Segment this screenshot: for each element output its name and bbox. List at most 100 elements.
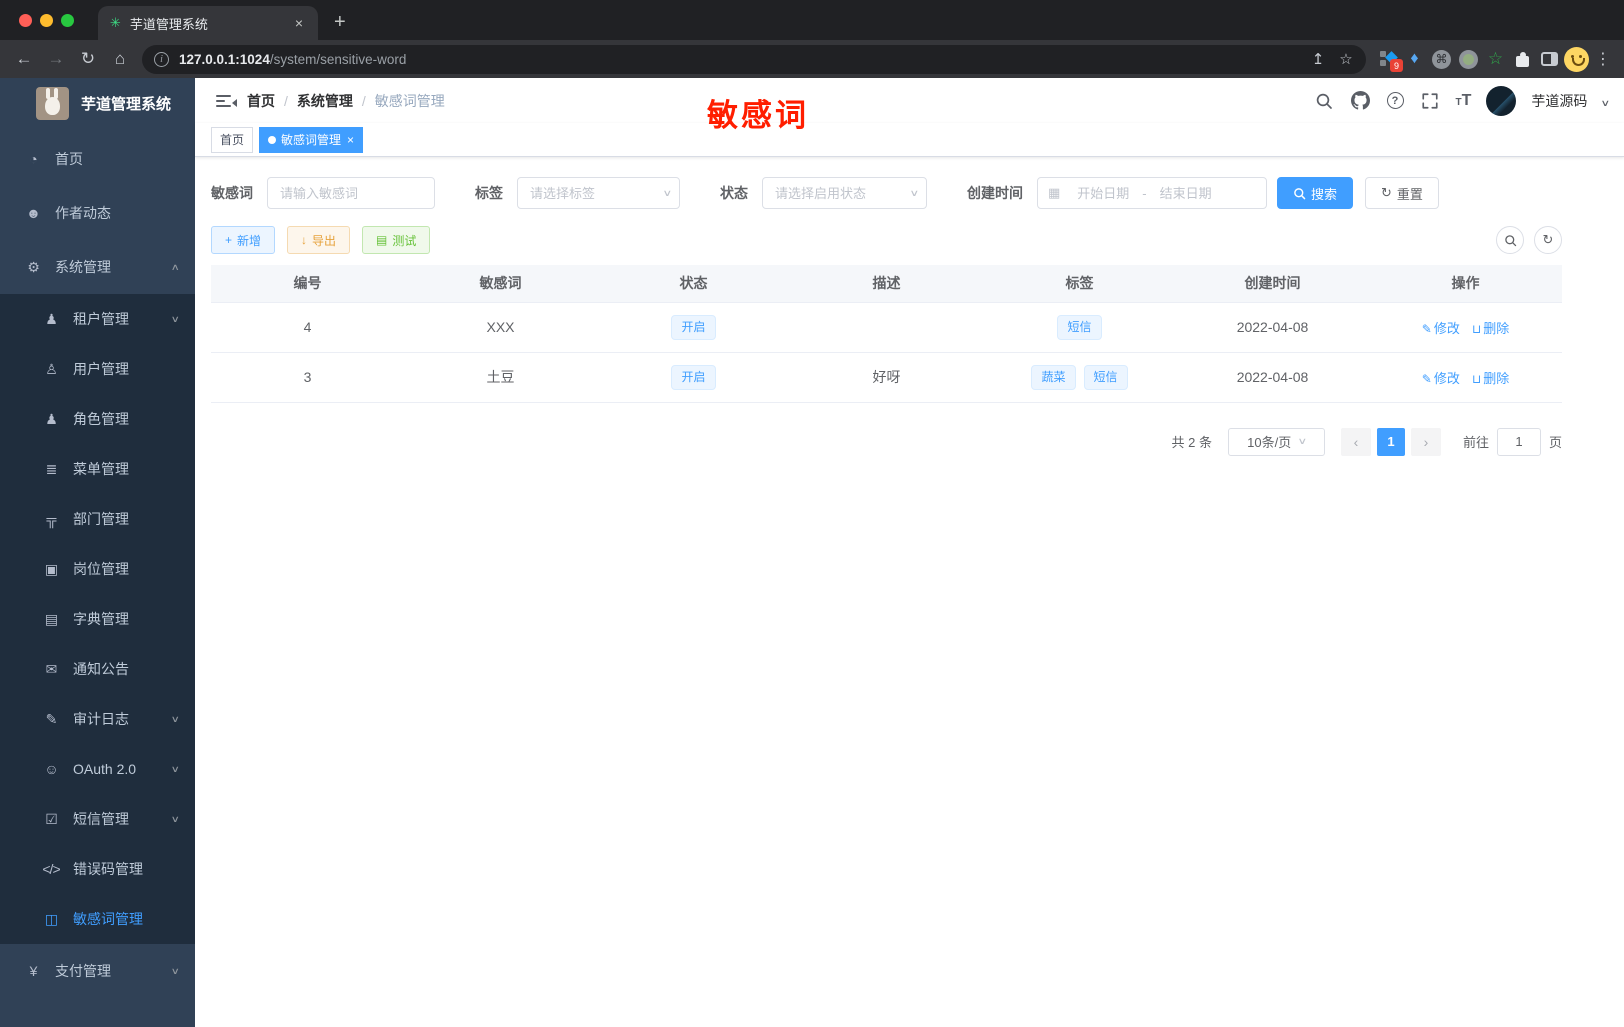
window-close-button[interactable] (19, 13, 32, 27)
cell-status: 开启 (597, 352, 790, 403)
user-avatar[interactable] (1486, 85, 1517, 116)
sidebar-item-label: 错误码管理 (73, 861, 143, 877)
table-row: 4 XXX 开启 短信 2022-04-08 ✎ 修改 ⊔ 删除 (211, 302, 1562, 353)
extensions-puzzle-icon[interactable] (1509, 45, 1536, 73)
sidebar-item[interactable]: ◫ 敏感词管理 (0, 894, 195, 944)
page-size-select[interactable]: 10条/页 ∨ (1227, 427, 1325, 456)
search-button-label: 搜索 (1311, 186, 1338, 202)
chevron-up-icon: ∧ (171, 261, 181, 272)
start-date-input[interactable] (1066, 185, 1141, 201)
sidebar-item[interactable]: ✉ 通知公告 (0, 644, 195, 694)
sidebar-item-label: 审计日志 (73, 711, 129, 727)
current-page-button[interactable]: 1 (1376, 427, 1405, 456)
table-body: 4 XXX 开启 短信 2022-04-08 ✎ 修改 ⊔ 删除 3 土豆 开启 好呀 蔬菜 短信 2022-… (211, 302, 1562, 403)
sidebar-item[interactable]: ≣ 菜单管理 (0, 444, 195, 494)
sidebar-item[interactable]: ╦ 部门管理 (0, 494, 195, 544)
delete-link[interactable]: ⊔ 删除 (1472, 321, 1509, 336)
fullscreen-icon[interactable] (1419, 90, 1441, 112)
gem-extension-icon[interactable]: ♦ (1401, 45, 1428, 73)
sensitive-word-icon: ◫ (44, 910, 58, 927)
cell-tags: 蔬菜 短信 (983, 352, 1176, 403)
breadcrumb-item: 敏感词管理 (374, 92, 445, 109)
new-tab-button[interactable]: + (334, 11, 346, 34)
sidebar-item-label: 首页 (55, 151, 83, 167)
sidebar-item[interactable]: ♙ 用户管理 (0, 344, 195, 394)
pagination: 共 2 条 10条/页 ∨ ‹ 1 › 前往 页 (211, 427, 1562, 456)
breadcrumb-item[interactable]: 首页 (247, 91, 275, 111)
sidebar-item-label: 作者动态 (55, 205, 111, 221)
sidebar-item[interactable]: ¥ 支付管理 ∨ (0, 944, 195, 998)
address-bar[interactable]: i 127.0.0.1:1024 /system/sensitive-word … (142, 44, 1366, 74)
search-button[interactable]: 搜索 (1277, 177, 1354, 209)
star-extension-icon[interactable]: ☆ (1482, 45, 1509, 73)
back-icon[interactable]: ← (8, 44, 40, 74)
extension-grid-icon[interactable]: 9 (1374, 45, 1403, 73)
profile-avatar[interactable] (1563, 45, 1590, 73)
add-button[interactable]: + 新增 (211, 226, 276, 254)
tag-select[interactable] (517, 177, 680, 209)
github-icon[interactable] (1350, 90, 1372, 112)
status-select[interactable] (762, 177, 927, 209)
help-icon[interactable]: ? (1386, 92, 1404, 109)
calendar-icon: ▦ (1048, 185, 1061, 200)
browser-menu-icon[interactable]: ⋮ (1590, 49, 1616, 69)
app-title: 芋道管理系统 (81, 95, 172, 113)
breadcrumb: 首页 / 系统管理 / 敏感词管理 (247, 91, 445, 111)
table-column-header: 标签 (983, 265, 1176, 303)
sidebar-item[interactable]: ♟ 租户管理 ∨ (0, 294, 195, 344)
sidebar-item[interactable]: ☺ OAuth 2.0 ∨ (0, 744, 195, 794)
sidebar-item[interactable]: ♟ 角色管理 (0, 394, 195, 444)
window-zoom-button[interactable] (61, 13, 74, 27)
app-logo[interactable]: 芋道管理系统 (0, 78, 195, 128)
export-button[interactable]: ↓ 导出 (287, 226, 351, 254)
sidebar-item[interactable]: ▣ 岗位管理 (0, 544, 195, 594)
tags-view-tab[interactable]: 首页 (211, 126, 254, 153)
app-window: 芋道管理系统 ◔ 首页 ☻ 作者动态 ⚙ 系统管理 ∧ ♟ 租户管理 ∨ ♙ 用户管理 ♟ 角色管理 ≣ 菜单… (0, 78, 1624, 1027)
edit-link[interactable]: ✎ 修改 (1422, 321, 1460, 336)
profile-face-icon (1564, 46, 1589, 72)
sidebar-item[interactable]: ▤ 字典管理 (0, 594, 195, 644)
goto-page-input[interactable] (1496, 427, 1541, 456)
sidebar-item[interactable]: ☑ 短信管理 ∨ (0, 794, 195, 844)
sidebar-item[interactable]: ◔ 首页 (0, 132, 195, 186)
font-size-icon[interactable]: TT (1456, 92, 1472, 108)
reset-button[interactable]: ↻ 重置 (1365, 177, 1439, 209)
chevron-down-icon[interactable]: ∨ (1601, 98, 1611, 109)
window-minimize-button[interactable] (40, 13, 53, 27)
reload-icon[interactable]: ↻ (72, 44, 104, 74)
keyword-input[interactable] (267, 177, 435, 209)
tab-close-icon[interactable]: × (347, 133, 354, 147)
edit-link[interactable]: ✎ 修改 (1422, 371, 1460, 386)
delete-link[interactable]: ⊔ 删除 (1472, 371, 1509, 386)
forward-icon[interactable]: → (40, 44, 72, 74)
sidebar-item[interactable]: ⚙ 系统管理 ∧ (0, 240, 195, 294)
breadcrumb-item[interactable]: 系统管理 (297, 91, 353, 111)
toggle-search-button[interactable] (1496, 226, 1524, 254)
chevron-down-icon: ∨ (171, 813, 181, 824)
side-panel-icon[interactable] (1536, 45, 1563, 73)
tags-view-tab[interactable]: 敏感词管理 × (259, 126, 364, 153)
prev-page-button[interactable]: ‹ (1340, 427, 1371, 456)
cell-create-time: 2022-04-08 (1176, 302, 1369, 353)
test-button[interactable]: ▤ 测试 (362, 226, 431, 254)
bookmark-star-icon[interactable]: ☆ (1332, 50, 1360, 68)
table-utility-buttons: ↻ (1496, 226, 1562, 254)
sidebar-item-label: 部门管理 (73, 511, 129, 527)
end-date-input[interactable] (1148, 185, 1223, 201)
command-extension-icon[interactable]: ⌘ (1428, 45, 1455, 73)
next-page-button[interactable]: › (1410, 427, 1441, 456)
sidebar-collapse-icon[interactable] (195, 78, 247, 123)
date-range-picker[interactable]: ▦ - (1037, 177, 1267, 209)
site-info-icon[interactable]: i (154, 51, 169, 67)
sidebar-item[interactable]: ✎ 审计日志 ∨ (0, 694, 195, 744)
home-icon[interactable]: ⌂ (104, 44, 136, 74)
share-icon[interactable]: ↥ (1304, 50, 1332, 68)
sidebar-item-label: 短信管理 (73, 811, 129, 827)
search-icon[interactable] (1313, 90, 1335, 112)
tab-close-icon[interactable]: × (292, 15, 306, 31)
dot-circle-extension-icon[interactable] (1455, 45, 1482, 73)
refresh-table-button[interactable]: ↻ (1534, 226, 1562, 254)
sidebar-item[interactable]: </> 错误码管理 (0, 844, 195, 894)
sidebar-item[interactable]: ☻ 作者动态 (0, 186, 195, 240)
browser-tab[interactable]: ✳ 芋道管理系统 × (98, 6, 318, 40)
